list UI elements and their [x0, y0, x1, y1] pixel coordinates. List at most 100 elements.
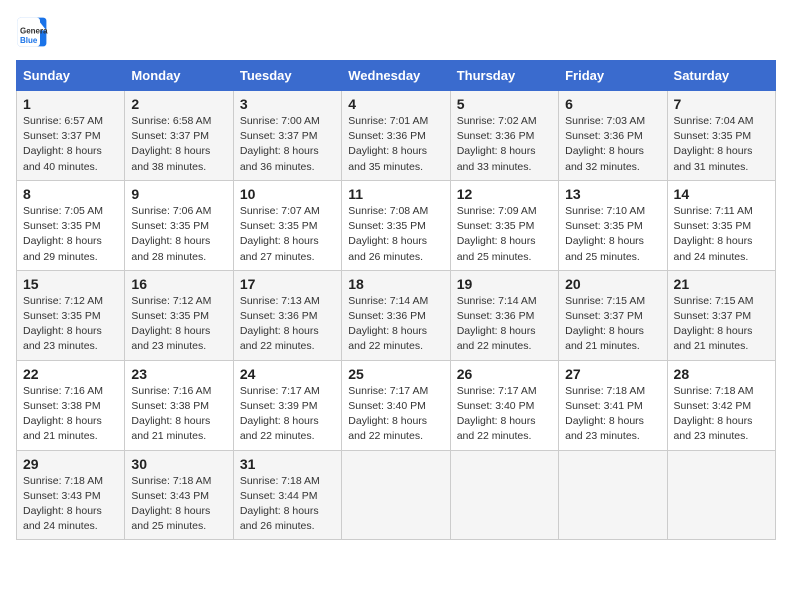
calendar-cell: 28Sunrise: 7:18 AM Sunset: 3:42 PM Dayli… — [667, 360, 775, 450]
day-info: Sunrise: 7:14 AM Sunset: 3:36 PM Dayligh… — [457, 294, 552, 355]
calendar-cell — [667, 450, 775, 540]
calendar-cell: 8 Sunrise: 7:05 AM Sunset: 3:35 PM Daylig… — [17, 180, 125, 270]
weekday-header-row: SundayMondayTuesdayWednesdayThursdayFrid… — [17, 61, 776, 91]
svg-text:Blue: Blue — [20, 36, 38, 45]
day-number: 6 — [565, 96, 660, 112]
day-number: 31 — [240, 456, 335, 472]
calendar-cell: 10 Sunrise: 7:07 AM Sunset: 3:35 PM Dayli… — [233, 180, 341, 270]
day-info: Sunrise: 6:57 AM Sunset: 3:37 PM Dayligh… — [23, 114, 118, 175]
header-wednesday: Wednesday — [342, 61, 450, 91]
day-info: Sunrise: 7:08 AM Sunset: 3:35 PM Dayligh… — [348, 204, 443, 265]
calendar-cell: 16 Sunrise: 7:12 AM Sunset: 3:35 PM Dayli… — [125, 270, 233, 360]
calendar-cell: 31 Sunrise: 7:18 AM Sunset: 3:44 PM Dayli… — [233, 450, 341, 540]
day-info: Sunrise: 7:07 AM Sunset: 3:35 PM Dayligh… — [240, 204, 335, 265]
calendar-cell: 9Sunrise: 7:06 AM Sunset: 3:35 PM Daylig… — [125, 180, 233, 270]
calendar-cell: 15 Sunrise: 7:12 AM Sunset: 3:35 PM Dayli… — [17, 270, 125, 360]
calendar-cell: 17 Sunrise: 7:13 AM Sunset: 3:36 PM Dayli… — [233, 270, 341, 360]
day-number: 3 — [240, 96, 335, 112]
page-header: General Blue — [16, 16, 776, 48]
calendar-cell: 1 Sunrise: 6:57 AM Sunset: 3:37 PM Daylig… — [17, 91, 125, 181]
day-info: Sunrise: 7:18 AM Sunset: 3:44 PM Dayligh… — [240, 474, 335, 535]
day-info: Sunrise: 7:11 AM Sunset: 3:35 PM Dayligh… — [674, 204, 769, 265]
day-info: Sunrise: 7:01 AM Sunset: 3:36 PM Dayligh… — [348, 114, 443, 175]
day-info: Sunrise: 7:12 AM Sunset: 3:35 PM Dayligh… — [23, 294, 118, 355]
day-number: 8 — [23, 186, 118, 202]
day-number: 5 — [457, 96, 552, 112]
day-number: 11 — [348, 186, 443, 202]
calendar-cell: 25 Sunrise: 7:17 AM Sunset: 3:40 PM Dayli… — [342, 360, 450, 450]
calendar-cell: 6 Sunrise: 7:03 AM Sunset: 3:36 PM Daylig… — [559, 91, 667, 181]
day-number: 1 — [23, 96, 118, 112]
day-number: 24 — [240, 366, 335, 382]
day-number: 16 — [131, 276, 226, 292]
day-info: Sunrise: 7:18 AM Sunset: 3:41 PM Dayligh… — [565, 384, 660, 445]
calendar-cell: 19Sunrise: 7:14 AM Sunset: 3:36 PM Dayli… — [450, 270, 558, 360]
week-row-3: 15 Sunrise: 7:12 AM Sunset: 3:35 PM Dayli… — [17, 270, 776, 360]
header-tuesday: Tuesday — [233, 61, 341, 91]
day-info: Sunrise: 7:03 AM Sunset: 3:36 PM Dayligh… — [565, 114, 660, 175]
calendar-cell: 7Sunrise: 7:04 AM Sunset: 3:35 PM Daylig… — [667, 91, 775, 181]
day-info: Sunrise: 7:17 AM Sunset: 3:40 PM Dayligh… — [457, 384, 552, 445]
day-number: 17 — [240, 276, 335, 292]
day-number: 29 — [23, 456, 118, 472]
day-info: Sunrise: 7:10 AM Sunset: 3:35 PM Dayligh… — [565, 204, 660, 265]
day-number: 25 — [348, 366, 443, 382]
day-info: Sunrise: 7:15 AM Sunset: 3:37 PM Dayligh… — [674, 294, 769, 355]
day-number: 7 — [674, 96, 769, 112]
day-number: 18 — [348, 276, 443, 292]
day-number: 27 — [565, 366, 660, 382]
day-info: Sunrise: 7:15 AM Sunset: 3:37 PM Dayligh… — [565, 294, 660, 355]
week-row-2: 8 Sunrise: 7:05 AM Sunset: 3:35 PM Daylig… — [17, 180, 776, 270]
day-info: Sunrise: 7:17 AM Sunset: 3:40 PM Dayligh… — [348, 384, 443, 445]
day-number: 13 — [565, 186, 660, 202]
header-monday: Monday — [125, 61, 233, 91]
day-info: Sunrise: 7:09 AM Sunset: 3:35 PM Dayligh… — [457, 204, 552, 265]
day-info: Sunrise: 7:14 AM Sunset: 3:36 PM Dayligh… — [348, 294, 443, 355]
calendar-cell: 5 Sunrise: 7:02 AM Sunset: 3:36 PM Daylig… — [450, 91, 558, 181]
week-row-4: 22 Sunrise: 7:16 AM Sunset: 3:38 PM Dayli… — [17, 360, 776, 450]
day-number: 15 — [23, 276, 118, 292]
calendar-cell: 21 Sunrise: 7:15 AM Sunset: 3:37 PM Dayli… — [667, 270, 775, 360]
day-info: Sunrise: 7:18 AM Sunset: 3:43 PM Dayligh… — [23, 474, 118, 535]
calendar-cell: 22 Sunrise: 7:16 AM Sunset: 3:38 PM Dayli… — [17, 360, 125, 450]
calendar-cell: 11 Sunrise: 7:08 AM Sunset: 3:35 PM Dayli… — [342, 180, 450, 270]
calendar-cell: 12Sunrise: 7:09 AM Sunset: 3:35 PM Dayli… — [450, 180, 558, 270]
day-info: Sunrise: 7:18 AM Sunset: 3:42 PM Dayligh… — [674, 384, 769, 445]
day-number: 21 — [674, 276, 769, 292]
day-number: 9 — [131, 186, 226, 202]
logo: General Blue — [16, 16, 48, 48]
day-number: 2 — [131, 96, 226, 112]
calendar-table: SundayMondayTuesdayWednesdayThursdayFrid… — [16, 60, 776, 540]
calendar-cell: 3 Sunrise: 7:00 AM Sunset: 3:37 PM Daylig… — [233, 91, 341, 181]
day-info: Sunrise: 7:18 AM Sunset: 3:43 PM Dayligh… — [131, 474, 226, 535]
header-thursday: Thursday — [450, 61, 558, 91]
header-saturday: Saturday — [667, 61, 775, 91]
calendar-cell: 24Sunrise: 7:17 AM Sunset: 3:39 PM Dayli… — [233, 360, 341, 450]
calendar-cell: 20 Sunrise: 7:15 AM Sunset: 3:37 PM Dayli… — [559, 270, 667, 360]
logo-icon: General Blue — [16, 16, 48, 48]
day-info: Sunrise: 7:12 AM Sunset: 3:35 PM Dayligh… — [131, 294, 226, 355]
week-row-5: 29 Sunrise: 7:18 AM Sunset: 3:43 PM Dayli… — [17, 450, 776, 540]
day-number: 20 — [565, 276, 660, 292]
calendar-cell — [342, 450, 450, 540]
day-info: Sunrise: 7:00 AM Sunset: 3:37 PM Dayligh… — [240, 114, 335, 175]
calendar-cell: 14Sunrise: 7:11 AM Sunset: 3:35 PM Dayli… — [667, 180, 775, 270]
week-row-1: 1 Sunrise: 6:57 AM Sunset: 3:37 PM Daylig… — [17, 91, 776, 181]
day-info: Sunrise: 7:16 AM Sunset: 3:38 PM Dayligh… — [23, 384, 118, 445]
calendar-cell: 27 Sunrise: 7:18 AM Sunset: 3:41 PM Dayli… — [559, 360, 667, 450]
calendar-cell: 26Sunrise: 7:17 AM Sunset: 3:40 PM Dayli… — [450, 360, 558, 450]
day-info: Sunrise: 7:02 AM Sunset: 3:36 PM Dayligh… — [457, 114, 552, 175]
calendar-cell: 2Sunrise: 6:58 AM Sunset: 3:37 PM Daylig… — [125, 91, 233, 181]
calendar-cell: 23Sunrise: 7:16 AM Sunset: 3:38 PM Dayli… — [125, 360, 233, 450]
day-number: 10 — [240, 186, 335, 202]
day-info: Sunrise: 7:13 AM Sunset: 3:36 PM Dayligh… — [240, 294, 335, 355]
day-number: 22 — [23, 366, 118, 382]
calendar-cell: 13 Sunrise: 7:10 AM Sunset: 3:35 PM Dayli… — [559, 180, 667, 270]
day-info: Sunrise: 7:05 AM Sunset: 3:35 PM Dayligh… — [23, 204, 118, 265]
header-sunday: Sunday — [17, 61, 125, 91]
day-number: 30 — [131, 456, 226, 472]
day-number: 4 — [348, 96, 443, 112]
day-number: 23 — [131, 366, 226, 382]
calendar-cell: 4 Sunrise: 7:01 AM Sunset: 3:36 PM Daylig… — [342, 91, 450, 181]
svg-text:General: General — [20, 27, 48, 36]
